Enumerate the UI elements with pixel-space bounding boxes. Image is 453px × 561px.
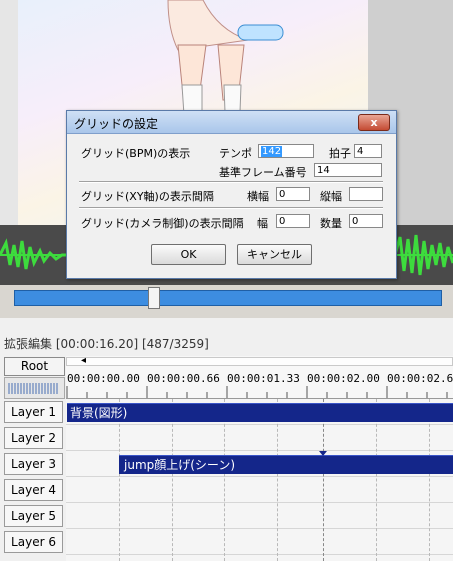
beat-gridline — [376, 399, 377, 561]
tick-label: 00:00:02.00 — [307, 372, 380, 385]
h-width-label: 横幅 — [247, 190, 269, 203]
close-button[interactable]: x — [358, 114, 390, 131]
dialog-title: グリッドの設定 — [74, 117, 159, 131]
track-row[interactable] — [66, 425, 453, 451]
camera-grid-label: グリッド(カメラ制御)の表示間隔 — [81, 217, 244, 230]
count-input[interactable]: 0 — [349, 214, 383, 228]
tick-label: 00:00:00.66 — [147, 372, 220, 385]
clip-background-shape[interactable]: 背景(図形) — [67, 403, 453, 422]
clip-marker-icon — [319, 451, 327, 456]
tempo-label: テンポ — [219, 147, 252, 160]
track-row[interactable] — [66, 503, 453, 529]
layer-label[interactable]: Layer 2 — [4, 427, 63, 449]
timeline-scrollbar[interactable]: ◂ — [66, 355, 453, 366]
zoom-slider[interactable] — [4, 377, 65, 399]
base-frame-input[interactable]: 14 — [314, 163, 382, 177]
beat-gridline — [172, 399, 173, 561]
scroll-left-arrow-icon[interactable]: ◂ — [81, 355, 86, 366]
track-row[interactable] — [66, 529, 453, 555]
layer-label[interactable]: Layer 5 — [4, 505, 63, 527]
clip-label: jump顔上げ(シーン) — [124, 458, 236, 472]
grid-settings-dialog: グリッドの設定 x グリッド(BPM)の表示 テンポ 142 拍子 4 基準フレ… — [66, 110, 397, 279]
xy-grid-label: グリッド(XY軸)の表示間隔 — [81, 190, 214, 203]
seek-thumb[interactable] — [148, 287, 160, 309]
clip-jump-scene[interactable]: jump顔上げ(シーン) — [119, 455, 453, 474]
beat-gridline — [224, 399, 225, 561]
ruler-ticks — [66, 386, 448, 398]
beat-gridline — [323, 399, 324, 561]
layer-label[interactable]: Layer 1 — [4, 401, 63, 423]
dialog-titlebar[interactable]: グリッドの設定 x — [67, 111, 396, 134]
tempo-input[interactable]: 142 — [258, 144, 314, 158]
beat-input[interactable]: 4 — [354, 144, 382, 158]
tick-label: 00:00:00.00 — [67, 372, 140, 385]
timeline-title: 拡張編集 [00:00:16.20] [487/3259] — [4, 337, 209, 351]
separator — [79, 207, 383, 209]
track-row[interactable] — [66, 477, 453, 503]
tick-label: 00:00:02.66 — [387, 372, 453, 385]
seek-track[interactable] — [14, 290, 442, 306]
beat-gridline — [429, 399, 430, 561]
cancel-button[interactable]: キャンセル — [237, 244, 312, 265]
beat-gridline — [277, 399, 278, 561]
layer-label[interactable]: Layer 6 — [4, 531, 63, 553]
v-width-label: 縦幅 — [320, 190, 342, 203]
beat-label: 拍子 — [329, 147, 351, 160]
width-label: 幅 — [257, 217, 268, 230]
v-width-input[interactable] — [349, 187, 383, 201]
base-frame-label: 基準フレーム番号 — [219, 166, 307, 179]
h-width-input[interactable]: 0 — [276, 187, 310, 201]
separator — [79, 181, 383, 183]
count-label: 数量 — [320, 217, 342, 230]
ok-button[interactable]: OK — [151, 244, 226, 265]
width-input[interactable]: 0 — [276, 214, 310, 228]
preview-left-border — [0, 0, 18, 225]
logo-badge — [237, 24, 284, 41]
root-button[interactable]: Root — [4, 357, 65, 376]
beat-gridline — [119, 399, 120, 561]
tempo-value: 142 — [261, 146, 283, 157]
layer-label[interactable]: Layer 3 — [4, 453, 63, 475]
tick-label: 00:00:01.33 — [227, 372, 300, 385]
layer-label[interactable]: Layer 4 — [4, 479, 63, 501]
bpm-grid-label: グリッド(BPM)の表示 — [81, 147, 191, 160]
